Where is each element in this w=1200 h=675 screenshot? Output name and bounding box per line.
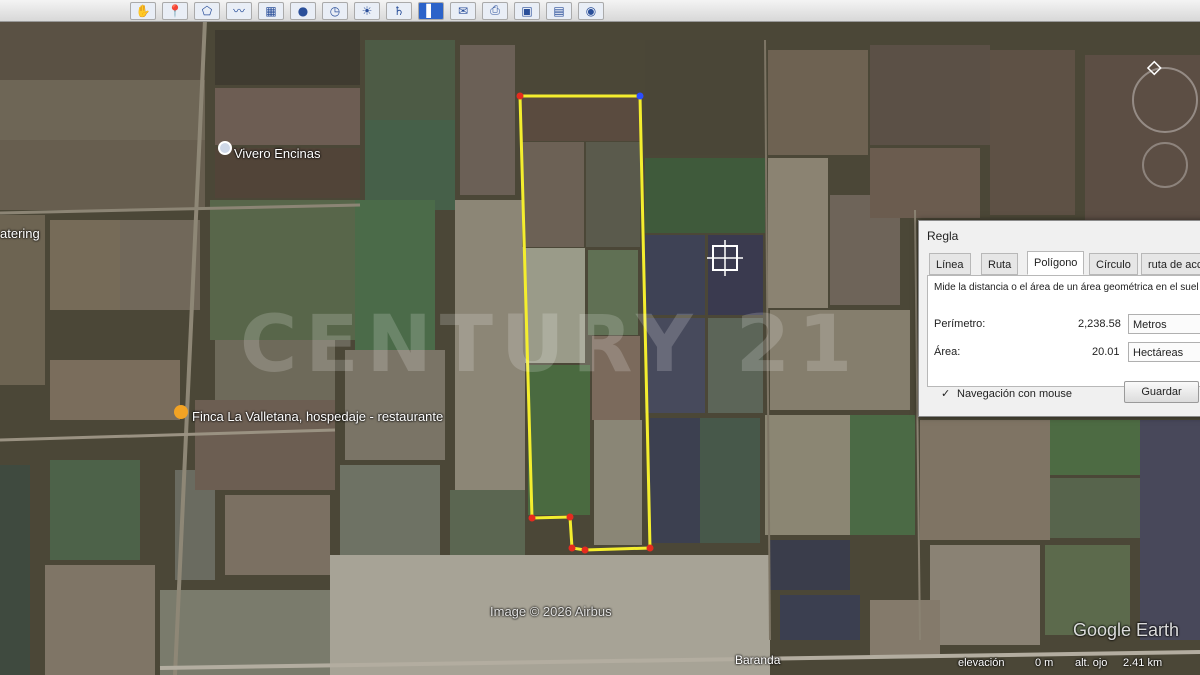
sun-icon[interactable]: ☀ (354, 1, 380, 20)
place-label-finca[interactable]: Finca La Valletana, hospedaje - restaura… (192, 409, 443, 424)
description-text: Mide la distancia o el área de un área g… (934, 282, 1199, 293)
path-icon[interactable]: 〰 (226, 1, 252, 20)
watermark: CENTURY 21 (240, 300, 861, 390)
mouse-nav-checkbox[interactable]: ✓ (941, 387, 950, 400)
perimeter-label: Perímetro: (934, 318, 986, 330)
crosshair-cursor-icon (707, 240, 743, 276)
place-label-catering[interactable]: atering (0, 226, 40, 241)
dialog-title: Regla (927, 229, 959, 243)
ruler-icon[interactable]: ▌ (418, 1, 444, 20)
print-icon[interactable]: ⎙ (482, 1, 508, 20)
polygon-icon[interactable]: ⬠ (194, 1, 220, 20)
status-bar: elevación 0 m alt. ojo 2.41 km (0, 655, 1200, 675)
status-eye-alt-label: alt. ojo (1075, 657, 1108, 669)
perimeter-unit-select[interactable]: Metros (1128, 314, 1200, 334)
tab-ruta-acceso[interactable]: ruta de acc (1141, 253, 1200, 275)
historical-icon[interactable]: ◷ (322, 1, 348, 20)
hand-icon[interactable]: ✋ (130, 1, 156, 20)
planets-icon[interactable]: ♄ (386, 1, 412, 20)
place-pin-icon (174, 405, 188, 419)
perimeter-value: 2,238.58 (1078, 318, 1121, 330)
place-label-vivero[interactable]: Vivero Encinas (234, 146, 320, 161)
area-label: Área: (934, 346, 961, 358)
map-icon[interactable]: ▤ (546, 1, 572, 20)
polygon-panel: Mide la distancia o el área de un área g… (927, 275, 1200, 387)
status-elevation: 0 m (1035, 657, 1054, 669)
google-earth-logo: Google Earth (1073, 620, 1180, 640)
mouse-nav-label: Navegación con mouse (957, 388, 1072, 400)
record-tour-icon[interactable]: ● (290, 1, 316, 20)
place-pin-icon (218, 141, 232, 155)
globe-icon[interactable]: ◉ (578, 1, 604, 20)
area-unit-select[interactable]: Hectáreas (1128, 342, 1200, 362)
status-coords: elevación (958, 657, 1005, 669)
tab-linea[interactable]: Línea (929, 253, 971, 275)
email-icon[interactable]: ✉ (450, 1, 476, 20)
placemark-icon[interactable]: 📍 (162, 1, 188, 20)
save-button[interactable]: Guardar (1124, 381, 1199, 403)
tab-ruta[interactable]: Ruta (981, 253, 1019, 275)
overlay-icon[interactable]: ▦ (258, 1, 284, 20)
ruler-dialog: Regla Línea Ruta Polígono Círculo ruta d… (918, 220, 1200, 417)
tab-circulo[interactable]: Círculo (1089, 253, 1138, 275)
tab-poligono[interactable]: Polígono (1027, 251, 1085, 275)
save-image-icon[interactable]: ▣ (514, 1, 540, 20)
main-toolbar: ✋ 📍 ⬠ 〰 ▦ ● ◷ ☀ ♄ ▌ ✉ ⎙ ▣ ▤ ◉ (0, 0, 1200, 22)
imagery-credit: Image © 2026 Airbus (490, 604, 612, 619)
status-eye-alt-value: 2.41 km (1123, 657, 1163, 669)
area-value: 20.01 (1092, 346, 1120, 358)
